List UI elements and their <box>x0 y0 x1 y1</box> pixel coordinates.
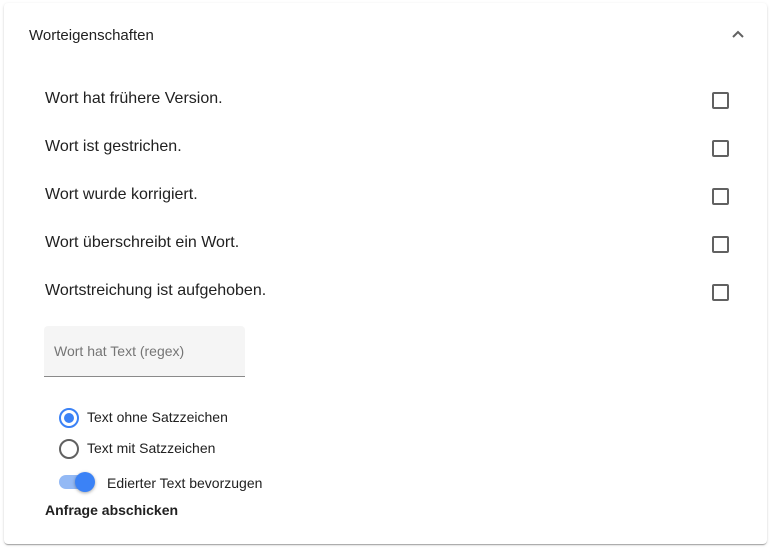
checkbox-label: Wort hat frühere Version. <box>45 90 223 107</box>
corrected-checkbox[interactable] <box>712 188 729 205</box>
struck-checkbox[interactable] <box>712 140 729 157</box>
strike-cancelled-checkbox[interactable] <box>712 284 729 301</box>
toggle-thumb[interactable] <box>75 472 95 492</box>
radio-button-checked[interactable] <box>59 408 79 428</box>
checkbox-row-earlier-version: Wort hat frühere Version. <box>45 80 735 120</box>
radio-label: Text mit Satzzeichen <box>87 440 216 456</box>
checkbox-row-corrected: Wort wurde korrigiert. <box>45 176 735 216</box>
checkbox-row-struck: Wort ist gestrichen. <box>45 128 735 168</box>
word-properties-panel: Worteigenschaften Wort hat frühere Versi… <box>4 3 767 544</box>
chevron-up-icon[interactable] <box>731 27 745 41</box>
toggle-label: Edierter Text bevorzugen <box>107 475 263 491</box>
earlier-version-checkbox[interactable] <box>712 92 729 109</box>
submit-query-button[interactable]: Anfrage abschicken <box>45 502 178 518</box>
panel-title: Worteigenschaften <box>29 27 154 44</box>
regex-input[interactable] <box>54 340 234 362</box>
radio-label: Text ohne Satzzeichen <box>87 409 228 425</box>
radio-without-punctuation[interactable]: Text ohne Satzzeichen <box>59 405 309 429</box>
checkbox-row-overwrites: Wort überschreibt ein Wort. <box>45 224 735 264</box>
radio-with-punctuation[interactable]: Text mit Satzzeichen <box>59 436 309 460</box>
prefer-edited-text-toggle-row: Edierter Text bevorzugen <box>59 468 319 496</box>
radio-button-unchecked[interactable] <box>59 439 79 459</box>
checkbox-label: Wort wurde korrigiert. <box>45 186 198 203</box>
checkbox-label: Wortstreichung ist aufgehoben. <box>45 282 267 299</box>
checkbox-label: Wort ist gestrichen. <box>45 138 182 155</box>
overwrites-checkbox[interactable] <box>712 236 729 253</box>
checkbox-row-strike-cancelled: Wortstreichung ist aufgehoben. <box>45 272 735 312</box>
checkbox-label: Wort überschreibt ein Wort. <box>45 234 240 251</box>
regex-text-field <box>44 326 245 377</box>
panel-header[interactable]: Worteigenschaften <box>4 3 767 67</box>
